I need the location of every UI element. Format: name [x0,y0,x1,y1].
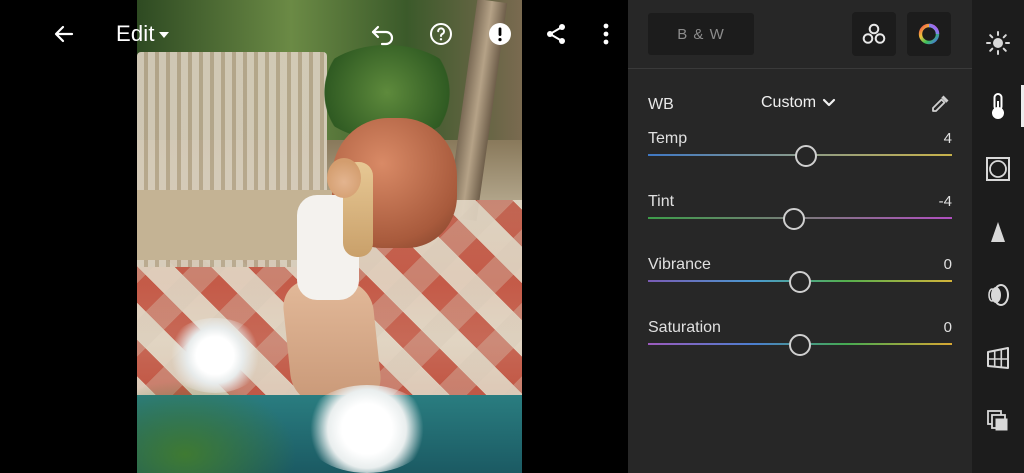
white-balance-row: WB Custom [648,92,952,118]
more-options-button[interactable] [594,17,618,51]
vibrance-slider-thumb[interactable] [789,271,811,293]
photo-flower [302,385,432,473]
wb-label: WB [648,96,674,113]
tint-slider-block: Tint -4 [648,193,952,239]
tint-label: Tint [648,193,675,210]
saturation-label: Saturation [648,319,721,336]
detail-tool-button[interactable] [985,219,1011,245]
optics-icon [988,284,1009,306]
color-mix-icon [862,23,886,44]
detail-icon [991,222,1005,242]
photo-foreground-stems [137,380,297,473]
color-wheel-icon [918,23,940,45]
vignette-icon [986,157,1010,181]
color-tool-button[interactable] [985,93,1011,119]
temp-slider-block: Temp 4 [648,130,952,176]
temp-slider-thumb[interactable] [795,145,818,167]
tint-slider-thumb[interactable] [782,208,805,230]
optics-tool-button[interactable] [985,282,1011,308]
wb-preset-dropdown[interactable]: Custom [761,94,836,112]
back-arrow-icon [54,25,74,43]
vibrance-slider-block: Vibrance 0 [648,256,952,302]
help-button[interactable] [426,17,456,51]
color-grading-button[interactable] [907,12,951,56]
wb-preset-value: Custom [761,94,817,111]
eyedropper-icon [932,95,949,112]
top-toolbar: Edit [0,0,628,68]
effects-tool-button[interactable] [985,156,1011,182]
light-icon [986,31,1010,55]
saturation-slider-block: Saturation 0 [648,319,952,365]
temp-value: 4 [943,130,952,147]
share-button[interactable] [542,17,570,51]
chevron-down-icon [823,98,836,107]
light-tool-button[interactable] [985,30,1011,56]
saturation-slider-thumb[interactable] [789,334,811,356]
edit-menu-button[interactable]: Edit [116,17,178,51]
photo-person-head [327,158,361,198]
tint-value: -4 [938,193,952,210]
back-button[interactable] [50,17,78,51]
geometry-icon [987,347,1009,369]
vibrance-value: 0 [943,256,952,273]
panel-header: B & W [628,0,972,69]
photo-preview[interactable] [137,0,522,473]
photo-canvas[interactable] [0,0,628,473]
edit-menu-label: Edit [116,21,155,46]
alert-button[interactable] [485,17,515,51]
alert-icon [489,23,511,45]
caret-down-icon [158,32,169,38]
share-icon [547,24,565,44]
versions-tool-button[interactable] [985,408,1011,434]
saturation-value: 0 [943,319,952,336]
color-adjust-panel: B & W WB Custom Temp 4 Tint -4 Vibrance … [628,0,972,473]
geometry-tool-button[interactable] [985,345,1011,371]
photo-flower [165,318,265,393]
help-icon [430,23,452,45]
temp-label: Temp [648,130,688,147]
bw-button[interactable]: B & W [648,13,754,55]
tool-rail [972,0,1024,473]
more-vertical-icon [603,23,609,45]
undo-icon [371,25,394,46]
versions-icon [987,410,1008,431]
color-icon [992,93,1004,119]
wb-eyedropper-button[interactable] [928,92,952,116]
vibrance-label: Vibrance [648,256,711,273]
color-mix-button[interactable] [852,12,896,56]
undo-button[interactable] [368,17,398,51]
